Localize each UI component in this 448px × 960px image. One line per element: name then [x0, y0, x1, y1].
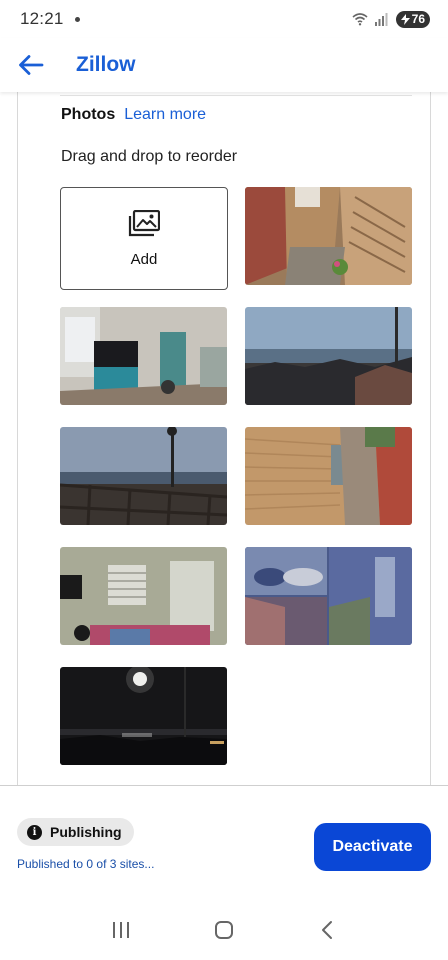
add-photo-button[interactable]: Add [60, 187, 228, 290]
add-photo-label: Add [130, 250, 158, 268]
status-time: 12:21 [20, 9, 64, 28]
arrow-left-icon [19, 55, 44, 75]
signal-icon [374, 12, 388, 26]
photos-header: Photos Learn more [61, 106, 206, 124]
photo-thumbnail[interactable] [60, 667, 227, 765]
battery-level: 76 [411, 12, 425, 26]
chevron-left-icon [321, 921, 332, 939]
publishing-badge: i Publishing [17, 818, 134, 846]
system-nav-bar [0, 900, 448, 960]
photo-thumbnail[interactable] [245, 307, 412, 405]
publish-status-text: Published to 0 of 3 sites... [17, 857, 155, 871]
add-photo-icon [128, 209, 160, 236]
notification-dot-icon [74, 16, 80, 22]
system-back-button[interactable] [307, 910, 347, 950]
photo-thumbnail[interactable] [60, 307, 227, 405]
deactivate-button[interactable]: Deactivate [314, 823, 431, 871]
photo-thumbnail[interactable] [60, 547, 227, 645]
reorder-hint: Drag and drop to reorder [61, 148, 238, 165]
main-content[interactable]: Photos Learn more Drag and drop to reord… [0, 92, 448, 785]
recent-apps-button[interactable] [101, 910, 141, 950]
battery-indicator: 76 [395, 10, 430, 28]
info-icon: i [27, 824, 42, 840]
back-button[interactable] [14, 48, 48, 82]
publishing-label: Publishing [50, 824, 122, 840]
home-icon [214, 921, 233, 939]
status-icons: 76 [352, 10, 430, 28]
publish-footer: i Publishing Published to 0 of 3 sites..… [0, 785, 448, 900]
status-bar: 12:21 76 [0, 0, 448, 38]
learn-more-link[interactable]: Learn more [124, 106, 206, 124]
wifi-icon [352, 13, 368, 26]
divider [60, 95, 412, 96]
photo-thumbnail[interactable] [245, 187, 412, 285]
recent-apps-icon [113, 922, 130, 938]
home-button[interactable] [204, 910, 244, 950]
app-title: Zillow [76, 53, 136, 76]
photo-thumbnail[interactable] [60, 427, 227, 525]
photo-thumbnail[interactable] [245, 427, 412, 525]
photos-title: Photos [61, 106, 116, 123]
photo-thumbnail[interactable] [245, 547, 412, 645]
charging-icon [400, 13, 410, 25]
app-header: Zillow [0, 38, 448, 92]
